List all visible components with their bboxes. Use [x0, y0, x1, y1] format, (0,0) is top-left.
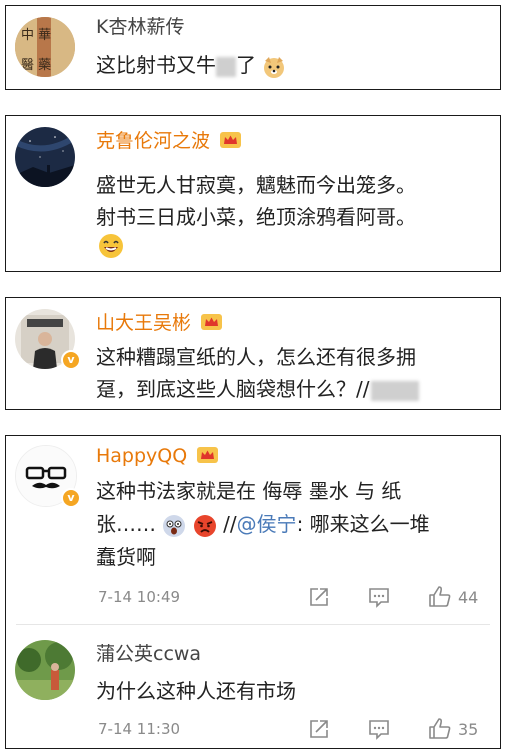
- comment-text-line-1: 盛世无人甘寂寞，魑魅而今出笼多。: [96, 173, 416, 197]
- comment-card-1: 中 華 醫 藥 K杏林薪传 这比射书又牛了: [5, 5, 501, 90]
- comment-card-4: v HappyQQ 这种书法家就是在 侮辱 墨水 与 纸 张…… //@侯宁: …: [5, 435, 501, 749]
- angry-emoji: [193, 514, 216, 537]
- avatar[interactable]: [15, 127, 75, 187]
- like-icon: [429, 586, 451, 607]
- comment-icon: [369, 720, 389, 740]
- username[interactable]: 山大王吴彬: [96, 312, 223, 334]
- comment-card-3: v 山大王吴彬 这种糟蹋宣纸的人，怎么还有很多拥 趸，到底这些人脑袋想什么？//: [5, 297, 501, 410]
- like-button[interactable]: 35: [428, 717, 478, 741]
- username[interactable]: K杏林薪传: [96, 16, 184, 38]
- username[interactable]: 蒲公英ccwa: [96, 643, 201, 665]
- comment-text: 这比射书又牛了: [96, 48, 286, 82]
- comment-card-2: 克鲁伦河之波 盛世无人甘寂寞，魑魅而今出笼多。 射书三日成小菜，绝顶涂鸦看阿哥。: [5, 115, 501, 272]
- comment-text-part: 了: [236, 53, 256, 77]
- comment-text-line-1: 这种糟蹋宣纸的人，怎么还有很多拥: [96, 345, 416, 369]
- timestamp: 7-14 10:49: [98, 588, 181, 606]
- doge-emoji: [264, 56, 285, 78]
- share-button[interactable]: [308, 718, 330, 740]
- comment-text-line-3: 蠢货啊: [96, 545, 156, 569]
- avatar-text-top: 中 華: [21, 28, 51, 43]
- comment-button[interactable]: [368, 586, 390, 608]
- crown-icon: [220, 132, 242, 148]
- comment-text: 为什么这种人还有市场: [96, 679, 296, 703]
- comment-button[interactable]: [368, 718, 390, 740]
- username-text: 克鲁伦河之波: [96, 130, 211, 152]
- avatar[interactable]: 中 華 醫 藥: [15, 17, 75, 77]
- like-button[interactable]: 44: [428, 585, 478, 609]
- redacted-text: [216, 56, 236, 77]
- timestamp: 7-14 11:30: [98, 720, 181, 738]
- comment-text-line-2: 张…… //@侯宁: 哪来这么一堆: [96, 507, 430, 541]
- laugh-emoji: [99, 234, 123, 258]
- comment-text-line-2: 射书三日成小菜，绝顶涂鸦看阿哥。: [96, 205, 416, 229]
- like-count: 35: [458, 719, 479, 739]
- scared-emoji: [163, 514, 186, 537]
- crown-icon: [197, 447, 219, 463]
- avatar-image: [15, 640, 75, 700]
- comment-text-part: 这比射书又牛: [96, 53, 216, 77]
- avatar-text-bottom: 醫 藥: [21, 58, 51, 73]
- like-count: 44: [458, 587, 479, 607]
- avatar-image: [15, 127, 75, 187]
- username-text: 山大王吴彬: [96, 312, 192, 334]
- share-icon: [310, 588, 328, 606]
- share-icon: [310, 720, 328, 738]
- avatar[interactable]: [15, 640, 75, 700]
- comment-text-part: 张……: [96, 512, 156, 536]
- username-text: HappyQQ: [96, 445, 188, 467]
- mention-link[interactable]: @侯宁: [237, 512, 297, 536]
- share-button[interactable]: [308, 586, 330, 608]
- username[interactable]: 克鲁伦河之波: [96, 130, 242, 152]
- redacted-text: [371, 380, 420, 401]
- comment-text-part: //: [223, 512, 237, 536]
- avatar-image: 中 華 醫 藥: [15, 17, 75, 77]
- comment-text-line-1: 这种书法家就是在 侮辱 墨水 与 纸: [96, 479, 402, 503]
- verified-badge-icon: v: [61, 350, 81, 370]
- comment-text-line-2: 趸，到底这些人脑袋想什么？//: [96, 372, 420, 406]
- verified-badge-icon: v: [61, 488, 81, 508]
- username[interactable]: HappyQQ: [96, 445, 219, 467]
- divider: [16, 624, 490, 625]
- crown-icon: [201, 314, 223, 330]
- comment-text-part: : 哪来这么一堆: [296, 512, 430, 536]
- comment-icon: [369, 588, 389, 608]
- like-icon: [429, 718, 451, 739]
- comment-text-part: 趸，到底这些人脑袋想什么？//: [96, 377, 370, 401]
